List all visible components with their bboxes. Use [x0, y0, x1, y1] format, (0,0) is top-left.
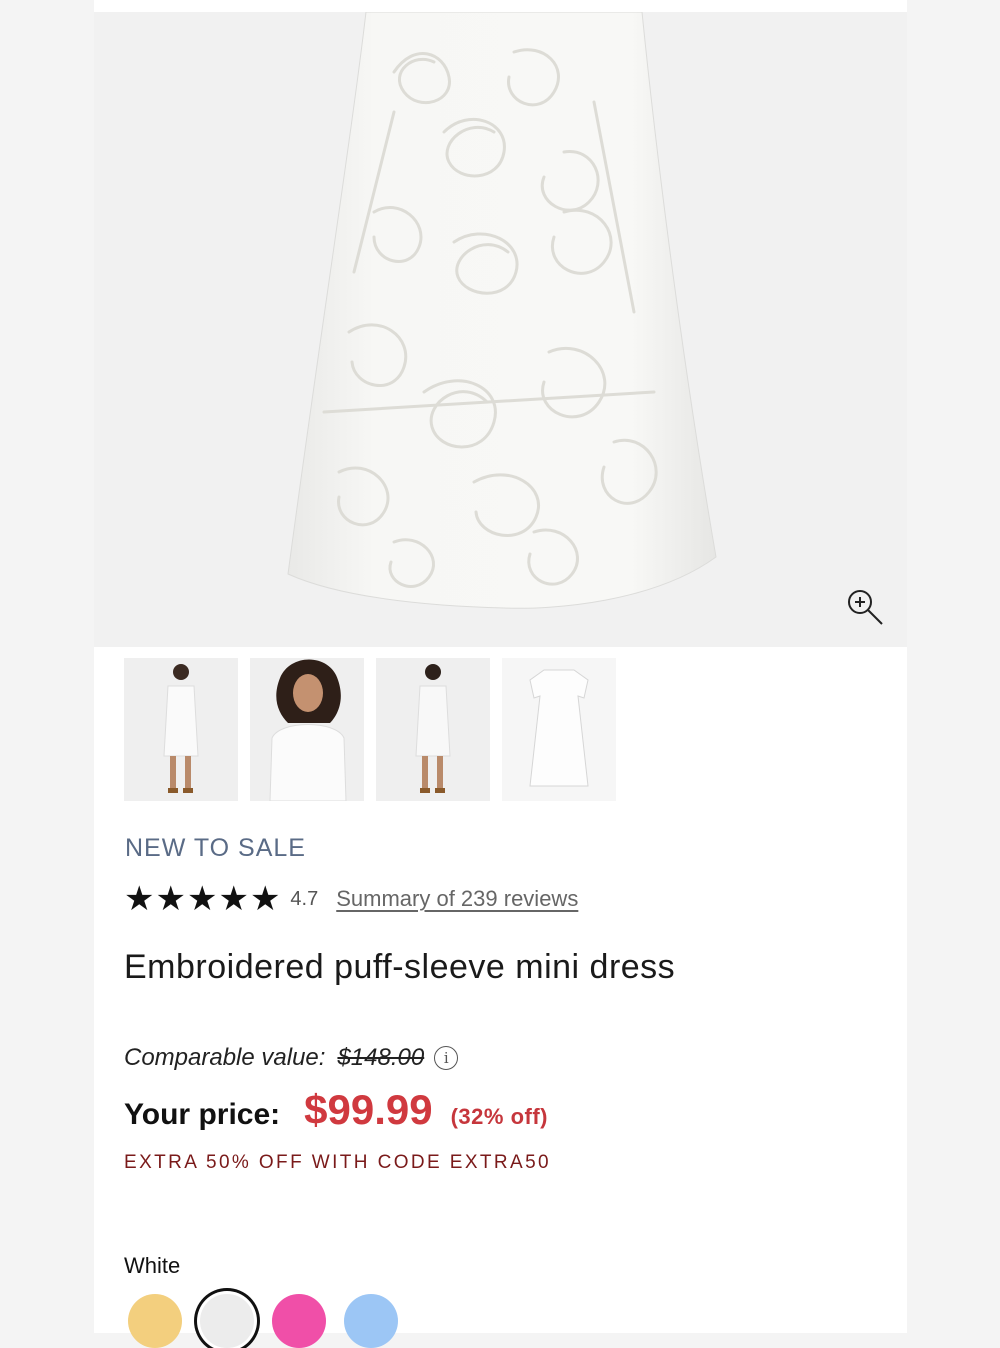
- info-icon[interactable]: i: [434, 1046, 459, 1070]
- price-label: Your price:: [124, 1098, 281, 1131]
- star-icon: ★: [218, 880, 249, 918]
- swatch-white[interactable]: [200, 1294, 254, 1348]
- dress-image: [287, 12, 717, 609]
- rating-value: 4.7: [290, 887, 319, 910]
- thumbnail-image: [529, 669, 589, 787]
- comparable-value: Comparable value: $148.00 i: [124, 1044, 459, 1072]
- star-icon: ★: [155, 880, 186, 918]
- thumbnail-model-closeup[interactable]: [250, 658, 364, 801]
- thumbnail-product-flat[interactable]: [502, 658, 616, 801]
- swatch-yellow[interactable]: [128, 1294, 182, 1348]
- thumbnail-image: [163, 664, 199, 793]
- star-icon: ★: [186, 880, 218, 918]
- star-icon: ★: [124, 880, 155, 918]
- comparable-price: $148.00: [337, 1044, 425, 1071]
- sale-badge: NEW TO SALE: [125, 834, 306, 862]
- selected-color-label: White: [124, 1253, 181, 1278]
- discount-percent: (32% off): [450, 1104, 548, 1129]
- star-icon: ★: [249, 880, 281, 918]
- rating-row: ★ ★ ★ ★ ★ 4.7 Summary of 239 reviews: [124, 880, 578, 918]
- promo-message: EXTRA 50% OFF WITH CODE EXTRA50: [124, 1152, 552, 1173]
- thumbnail-image: [269, 659, 347, 801]
- sale-price: $99.99: [304, 1086, 433, 1133]
- product-title: Embroidered puff-sleeve mini dress: [124, 948, 676, 986]
- thumbnail-model-back[interactable]: [376, 658, 490, 801]
- thumbnail-model-front[interactable]: [124, 658, 238, 801]
- product-page: NEW TO SALE ★ ★ ★ ★ ★ 4.7 Summary of 239…: [94, 0, 907, 1348]
- zoom-button[interactable]: [842, 584, 888, 630]
- comparable-label: Comparable value:: [124, 1044, 326, 1071]
- swatch-pink[interactable]: [272, 1294, 326, 1348]
- product-hero-image[interactable]: [94, 12, 907, 647]
- thumbnail-strip: [124, 658, 616, 801]
- reviews-link[interactable]: Summary of 239 reviews: [336, 886, 578, 912]
- thumbnail-image: [415, 664, 451, 793]
- zoom-in-icon: [848, 590, 883, 625]
- swatch-blue[interactable]: [344, 1294, 398, 1348]
- color-swatches: [128, 1294, 398, 1348]
- star-rating: ★ ★ ★ ★ ★: [124, 882, 280, 916]
- price-row: Your price: $99.99 (32% off): [124, 1086, 548, 1134]
